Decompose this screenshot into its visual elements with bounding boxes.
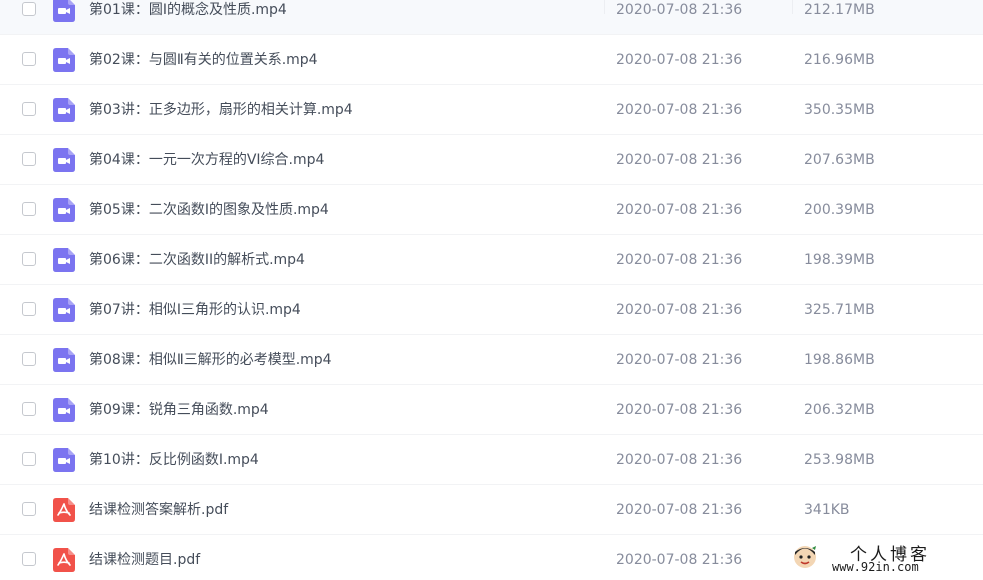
file-date: 2020-07-08 21:36 bbox=[616, 252, 743, 268]
row-checkbox[interactable] bbox=[22, 2, 36, 16]
file-size: 200.39MB bbox=[804, 202, 875, 218]
file-date: 2020-07-08 21:36 bbox=[616, 102, 743, 118]
file-size: 216.96MB bbox=[804, 52, 875, 68]
file-row[interactable]: 第07讲：相似Ⅰ三角形的认识.mp4 2020-07-08 21:36 325.71… bbox=[0, 285, 983, 335]
video-icon bbox=[53, 248, 75, 272]
file-row[interactable]: 第04课：一元一次方程的VI综合.mp4 2020-07-08 21:36 207.… bbox=[0, 135, 983, 185]
file-date: 2020-07-08 21:36 bbox=[616, 302, 743, 318]
row-checkbox[interactable] bbox=[22, 102, 36, 116]
file-row[interactable]: 第01课：圆Ⅰ的概念及性质.mp4 2020-07-08 21:36 212.17M… bbox=[0, 0, 983, 35]
file-date: 2020-07-08 21:36 bbox=[616, 452, 743, 468]
file-name-link[interactable]: 第08课：相似Ⅱ三解形的必考模型.mp4 bbox=[89, 335, 332, 385]
file-size: 198.39MB bbox=[804, 252, 875, 268]
file-size: 198.86MB bbox=[804, 352, 875, 368]
file-name-link[interactable]: 结课检测题目.pdf bbox=[89, 535, 200, 580]
file-size: 207.63MB bbox=[804, 152, 875, 168]
file-date: 2020-07-08 21:36 bbox=[616, 202, 743, 218]
watermark-url: www.92in.com bbox=[832, 560, 919, 574]
file-date: 2020-07-08 21:36 bbox=[616, 552, 743, 568]
file-name-link[interactable]: 第05课：二次函数Ⅰ的图象及性质.mp4 bbox=[89, 185, 329, 235]
row-checkbox[interactable] bbox=[22, 402, 36, 416]
file-row[interactable]: 第06课：二次函数II的解析式.mp4 2020-07-08 21:36 198.3… bbox=[0, 235, 983, 285]
video-icon bbox=[53, 48, 75, 72]
file-name-link[interactable]: 第03讲：正多边形，扇形的相关计算.mp4 bbox=[89, 85, 353, 135]
video-icon bbox=[53, 0, 75, 22]
video-icon bbox=[53, 398, 75, 422]
file-size: 325.71MB bbox=[804, 302, 875, 318]
row-checkbox[interactable] bbox=[22, 352, 36, 366]
file-name-link[interactable]: 第07讲：相似Ⅰ三角形的认识.mp4 bbox=[89, 285, 301, 335]
file-row[interactable]: 第02课：与圆Ⅱ有关的位置关系.mp4 2020-07-08 21:36 216.9… bbox=[0, 35, 983, 85]
file-date: 2020-07-08 21:36 bbox=[616, 502, 743, 518]
file-date: 2020-07-08 21:36 bbox=[616, 352, 743, 368]
column-divider[interactable] bbox=[604, 0, 605, 14]
video-icon bbox=[53, 348, 75, 372]
pdf-icon bbox=[53, 548, 75, 572]
file-row[interactable]: 第05课：二次函数Ⅰ的图象及性质.mp4 2020-07-08 21:36 200.… bbox=[0, 185, 983, 235]
file-row[interactable]: 第08课：相似Ⅱ三解形的必考模型.mp4 2020-07-08 21:36 198.… bbox=[0, 335, 983, 385]
row-checkbox[interactable] bbox=[22, 152, 36, 166]
file-name-link[interactable]: 结课检测答案解析.pdf bbox=[89, 485, 228, 535]
file-size: 206.32MB bbox=[804, 402, 875, 418]
file-row[interactable]: 第10讲：反比例函数Ⅰ.mp4 2020-07-08 21:36 253.98MB bbox=[0, 435, 983, 485]
file-size: 212.17MB bbox=[804, 2, 875, 18]
file-name-link[interactable]: 第09课：锐角三角函数.mp4 bbox=[89, 385, 269, 435]
avatar-icon bbox=[794, 546, 816, 568]
file-row[interactable]: 第03讲：正多边形，扇形的相关计算.mp4 2020-07-08 21:36 350… bbox=[0, 85, 983, 135]
row-checkbox[interactable] bbox=[22, 202, 36, 216]
file-size: 350.35MB bbox=[804, 102, 875, 118]
row-checkbox[interactable] bbox=[22, 52, 36, 66]
file-row[interactable]: 第09课：锐角三角函数.mp4 2020-07-08 21:36 206.32MB bbox=[0, 385, 983, 435]
video-icon bbox=[53, 298, 75, 322]
file-date: 2020-07-08 21:36 bbox=[616, 152, 743, 168]
video-icon bbox=[53, 198, 75, 222]
row-checkbox[interactable] bbox=[22, 502, 36, 516]
row-checkbox[interactable] bbox=[22, 252, 36, 266]
row-checkbox[interactable] bbox=[22, 552, 36, 566]
file-list: 第01课：圆Ⅰ的概念及性质.mp4 2020-07-08 21:36 212.17M… bbox=[0, 0, 983, 580]
file-size: 341KB bbox=[804, 502, 850, 518]
video-icon bbox=[53, 148, 75, 172]
video-icon bbox=[53, 448, 75, 472]
file-date: 2020-07-08 21:36 bbox=[616, 52, 743, 68]
file-name-link[interactable]: 第06课：二次函数II的解析式.mp4 bbox=[89, 235, 305, 285]
file-size: 253.98MB bbox=[804, 452, 875, 468]
file-name-link[interactable]: 第04课：一元一次方程的VI综合.mp4 bbox=[89, 135, 324, 185]
column-divider[interactable] bbox=[792, 0, 793, 14]
file-row[interactable]: 结课检测答案解析.pdf 2020-07-08 21:36 341KB bbox=[0, 485, 983, 535]
row-checkbox[interactable] bbox=[22, 452, 36, 466]
row-checkbox[interactable] bbox=[22, 302, 36, 316]
video-icon bbox=[53, 98, 75, 122]
file-date: 2020-07-08 21:36 bbox=[616, 402, 743, 418]
watermark: 个人博客 www.92in.com bbox=[790, 540, 980, 578]
file-name-link[interactable]: 第01课：圆Ⅰ的概念及性质.mp4 bbox=[89, 0, 287, 35]
file-name-link[interactable]: 第02课：与圆Ⅱ有关的位置关系.mp4 bbox=[89, 35, 318, 85]
pdf-icon bbox=[53, 498, 75, 522]
file-name-link[interactable]: 第10讲：反比例函数Ⅰ.mp4 bbox=[89, 435, 259, 485]
file-date: 2020-07-08 21:36 bbox=[616, 2, 743, 18]
